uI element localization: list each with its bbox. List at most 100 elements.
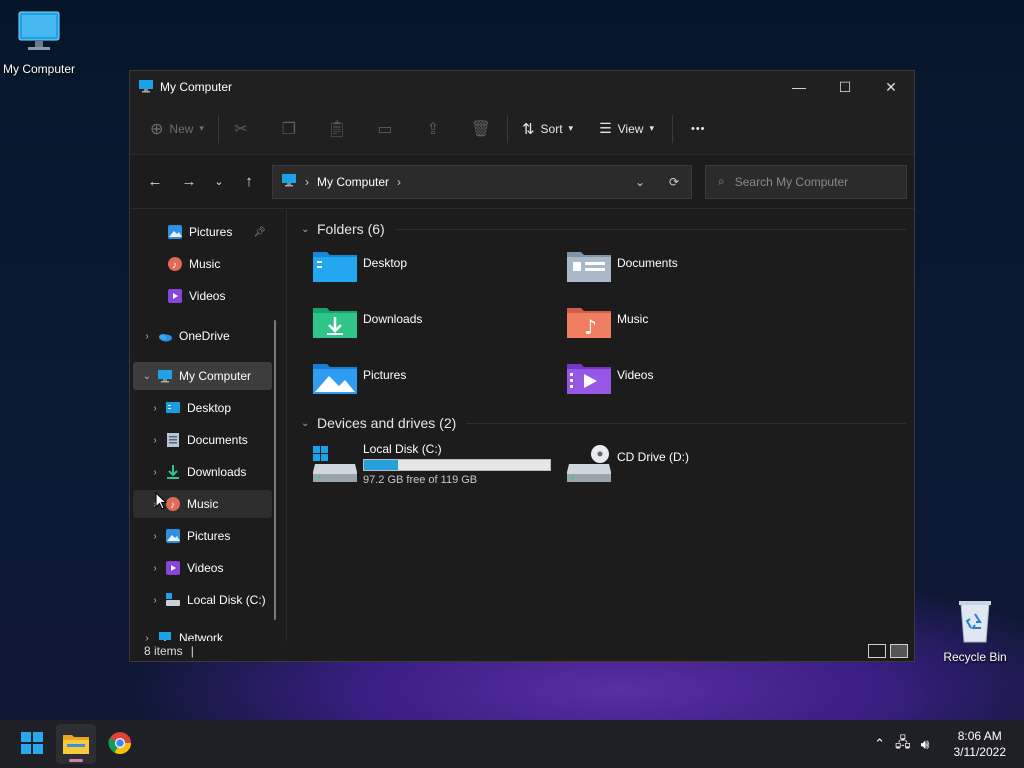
sidebar-item-pictures-quick[interactable]: Pictures 📌︎ [133, 218, 272, 246]
sidebar-item-videos[interactable]: › Videos [133, 554, 272, 582]
drives-group-header[interactable]: ⌄ Devices and drives (2) [301, 410, 914, 436]
copy-button[interactable]: ❐ [273, 113, 305, 145]
taskbar-chrome[interactable] [100, 724, 140, 764]
sidebar-item-label: My Computer [179, 369, 252, 383]
folder-tile-desktop[interactable]: Desktop [301, 242, 555, 298]
drive-usage-bar [363, 459, 551, 471]
sidebar-item-label: Pictures [187, 529, 231, 543]
new-button[interactable]: ⊕ New ▾ [142, 113, 212, 145]
folder-tile-pictures[interactable]: Pictures [301, 354, 555, 410]
view-button[interactable]: ☰ View ▾ [591, 113, 662, 145]
recent-locations-button[interactable]: ⌄ [204, 167, 234, 197]
svg-text:♪: ♪ [170, 500, 175, 511]
mouse-pointer-icon [155, 491, 168, 510]
clock[interactable]: 8:06 AM 3/11/2022 [954, 728, 1007, 760]
forward-button[interactable]: → [174, 167, 204, 197]
command-bar: ⊕ New ▾ ✂ ❐ 📋︎ ▭ ⇪ 🗑︎ ⇅ Sort ▾ ☰ View ▾ … [130, 103, 914, 155]
videos-icon [165, 560, 181, 576]
chevron-right-icon[interactable]: › [145, 595, 165, 606]
network-status-icon[interactable]: 🖧︎ [895, 732, 911, 756]
sidebar-item-pictures[interactable]: › Pictures [133, 522, 272, 550]
folders-group-header[interactable]: ⌄ Folders (6) [301, 216, 914, 242]
maximize-button[interactable]: ☐ [822, 71, 868, 103]
cut-button[interactable]: ✂ [225, 113, 257, 145]
folder-label: Desktop [363, 256, 408, 270]
address-bar[interactable]: › My Computer › ⌄ ⟳ [272, 164, 692, 199]
desktop-icon-recycle-bin[interactable]: Recycle Bin [935, 598, 1015, 664]
share-button[interactable]: ⇪ [417, 113, 449, 145]
sidebar-item-my-computer[interactable]: ⌄ My Computer [133, 362, 272, 390]
rename-button[interactable]: ▭ [369, 113, 401, 145]
chevron-right-icon[interactable]: › [145, 531, 165, 542]
delete-button[interactable]: 🗑︎ [465, 113, 497, 145]
desktop-icon-label: Recycle Bin [943, 650, 1007, 664]
details-view-icon[interactable] [868, 644, 886, 658]
chevron-down-icon[interactable]: ⌄ [137, 371, 157, 382]
drive-tile-local-disk[interactable]: Local Disk (C:) 97.2 GB free of 119 GB [301, 436, 555, 496]
folder-tile-videos[interactable]: Videos [555, 354, 809, 410]
sidebar-item-music[interactable]: › ♪ Music [133, 490, 272, 518]
file-explorer-icon [63, 732, 89, 757]
chevron-right-icon[interactable]: › [137, 633, 157, 642]
refresh-icon[interactable]: ⟳ [657, 175, 691, 189]
chevron-down-icon: ⌄ [214, 176, 224, 188]
search-box[interactable]: ⌕ [705, 164, 907, 199]
folder-tile-downloads[interactable]: Downloads [301, 298, 555, 354]
start-icon [20, 731, 44, 758]
chevron-right-icon[interactable]: › [137, 331, 157, 342]
drives-header-label: Devices and drives (2) [317, 415, 457, 431]
music-folder-icon: ♪ [567, 304, 611, 348]
search-input[interactable] [734, 174, 885, 189]
music-icon: ♪ [165, 496, 181, 512]
chevron-down-icon[interactable]: ⌄ [301, 418, 317, 429]
minimize-icon: — [792, 79, 806, 95]
navigation-pane: Pictures 📌︎ ♪ Music Videos › OneDrive ⌄ … [130, 210, 278, 641]
see-more-button[interactable]: ••• [683, 113, 714, 145]
active-app-indicator [69, 759, 83, 762]
chevron-right-icon[interactable]: › [145, 403, 165, 414]
desktop-icon-my-computer[interactable]: My Computer [0, 10, 79, 76]
rename-icon: ▭ [377, 120, 393, 138]
sidebar-item-local-disk[interactable]: › Local Disk (C:) [133, 586, 272, 614]
pane-divider[interactable] [286, 210, 287, 641]
title-bar[interactable]: My Computer — ☐ ✕ [130, 71, 914, 103]
downloads-icon [165, 464, 181, 480]
sidebar-item-downloads[interactable]: › Downloads [133, 458, 272, 486]
chevron-down-icon: ▾ [568, 123, 574, 133]
paste-icon: 📋︎ [326, 120, 348, 138]
plus-circle-icon: ⊕ [150, 120, 164, 138]
sidebar-item-onedrive[interactable]: › OneDrive [133, 322, 272, 350]
minimize-button[interactable]: — [776, 71, 822, 103]
sidebar-item-documents[interactable]: › Documents [133, 426, 272, 454]
sidebar-item-music-quick[interactable]: ♪ Music [133, 250, 272, 278]
group-divider [394, 228, 906, 230]
close-button[interactable]: ✕ [868, 71, 914, 103]
drive-tile-cd-drive[interactable]: CD Drive (D:) [555, 436, 809, 496]
sidebar-item-videos-quick[interactable]: Videos [133, 282, 272, 310]
back-button[interactable]: ← [140, 167, 170, 197]
folder-tile-documents[interactable]: Documents [555, 242, 809, 298]
large-icons-view-icon[interactable] [890, 644, 908, 658]
taskbar-file-explorer[interactable] [56, 724, 96, 764]
pin-icon[interactable]: 📌︎ [253, 227, 266, 238]
desktop-icon-label: My Computer [2, 62, 76, 76]
breadcrumb-my-computer[interactable]: My Computer [317, 175, 389, 189]
breadcrumb-separator-icon[interactable]: › [397, 175, 401, 189]
chevron-right-icon[interactable]: › [145, 467, 165, 478]
documents-folder-icon [567, 248, 611, 292]
start-button[interactable] [12, 724, 52, 764]
sidebar-scrollbar[interactable] [274, 320, 276, 620]
address-dropdown-icon[interactable]: ⌄ [623, 175, 657, 189]
sidebar-item-desktop[interactable]: › Desktop [133, 394, 272, 422]
folder-tile-music[interactable]: ♪ Music [555, 298, 809, 354]
svg-text:♪: ♪ [172, 260, 177, 271]
chevron-down-icon[interactable]: ⌄ [301, 224, 317, 235]
chevron-right-icon[interactable]: › [145, 435, 165, 446]
volume-icon[interactable]: 🔊︎ [921, 736, 930, 753]
sort-button[interactable]: ⇅ Sort ▾ [514, 113, 581, 145]
paste-button[interactable]: 📋︎ [321, 113, 353, 145]
chevron-right-icon[interactable]: › [145, 563, 165, 574]
sidebar-item-network[interactable]: › Network [133, 624, 272, 641]
up-button[interactable]: ↑ [234, 167, 264, 197]
chevron-up-icon[interactable]: ⌃ [874, 736, 885, 752]
